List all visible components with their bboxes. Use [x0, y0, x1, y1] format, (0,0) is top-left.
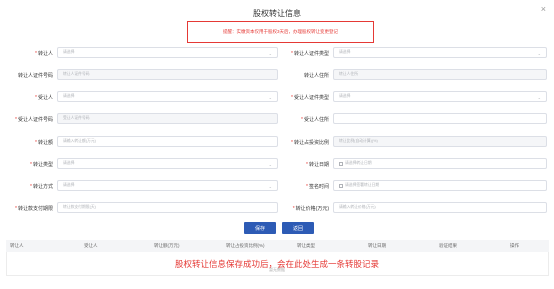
transfer-ratio-field[interactable]: 转让比例(自动计算)(%)	[333, 136, 547, 147]
transferor-id-no-field[interactable]: 转让人证件号码	[57, 69, 278, 80]
transferee-label: *受让人	[35, 95, 53, 101]
transferor-address-label: 转让人住所	[303, 73, 329, 79]
notice-box: 提醒：实缴资本仅用于股权3天后，办理股权转让变更登记	[187, 21, 374, 43]
col-actions: 操作	[510, 243, 519, 248]
chevron-down-icon: ⌄	[537, 95, 541, 100]
col-transfer-type: 转让类型	[297, 243, 315, 248]
transferee-id-type-select[interactable]: 请选择 ⌄	[333, 91, 547, 102]
col-transfer-amount: 转让额(万元)	[154, 243, 180, 248]
calendar-icon	[339, 161, 343, 166]
transferor-id-type-select[interactable]: 请选择 ⌄	[333, 47, 547, 58]
transfer-ratio-label: *转让占投资比例	[291, 140, 329, 146]
annotation-note: 股权转让信息保存成功后，会在此处生成一条转股记录	[174, 259, 379, 269]
col-transferee: 受让人	[84, 243, 98, 248]
sign-time-label: *签名时间	[306, 184, 329, 190]
equity-transfer-dialog: 股权转让信息 × 提醒：实缴资本仅用于股权3天后，办理股权转让变更登记 *转让人…	[0, 0, 554, 289]
chevron-down-icon: ⌄	[268, 184, 272, 189]
dialog-title: 股权转让信息	[253, 9, 301, 18]
transferee-select[interactable]: 请选择 ⌄	[57, 91, 278, 102]
transferee-address-label: *受让人住所	[301, 117, 329, 123]
col-transfer-ratio: 转让占投资比例(%)	[226, 243, 265, 248]
col-transfer-date: 转让日期	[368, 243, 386, 248]
transfer-type-label: *转让类型	[30, 162, 53, 168]
chevron-down-icon: ⌄	[268, 51, 272, 56]
transfer-date-label: *转让日期	[306, 162, 329, 168]
transferee-id-no-label: *受让人证件号码	[15, 117, 53, 123]
chevron-down-icon: ⌄	[268, 95, 272, 100]
transfer-method-select[interactable]: 请选择 ⌄	[57, 180, 278, 191]
back-button[interactable]: 返回	[282, 222, 314, 234]
transfer-amount-label: *转让额	[35, 140, 53, 146]
transfer-price-input[interactable]: 请输入转让价格(万元)	[333, 202, 547, 213]
transferee-id-type-label: *受让人证件类型	[291, 95, 329, 101]
transfer-amount-input[interactable]: 请输入转让额(万元)	[57, 136, 278, 147]
transferee-address-field[interactable]	[333, 113, 547, 124]
transfer-type-select[interactable]: 请选择 ⌄	[57, 158, 278, 169]
transfer-price-label: *转让价格(万元)	[292, 206, 329, 212]
transferor-id-type-label: *转让人证件类型	[291, 51, 329, 57]
col-transferor: 转让人	[10, 243, 24, 248]
chevron-down-icon: ⌄	[537, 51, 541, 56]
transferor-address-field[interactable]: 转让人住所	[333, 69, 547, 80]
sign-time-picker[interactable]: 请选择签署转让日期	[333, 180, 547, 191]
col-verify-result: 验证结果	[439, 243, 457, 248]
transferor-id-no-label: 转让人证件号码	[17, 73, 53, 79]
transferor-select[interactable]: 请选择 ⌄	[57, 47, 278, 58]
close-icon[interactable]: ×	[541, 4, 546, 14]
save-button[interactable]: 保存	[244, 222, 276, 234]
payment-deadline-input[interactable]: 转让款支付期限(天)	[57, 202, 278, 213]
calendar-icon	[339, 183, 343, 188]
chevron-down-icon: ⌄	[268, 162, 272, 167]
transfer-method-label: *转让方式	[30, 184, 53, 190]
transferor-label: *转让人	[35, 51, 53, 57]
transferee-id-no-field[interactable]: 受让人证件号码	[57, 113, 278, 124]
payment-deadline-label: *转让款支付期限	[15, 206, 53, 212]
transfer-date-picker[interactable]: 请选择转让日期	[333, 158, 547, 169]
